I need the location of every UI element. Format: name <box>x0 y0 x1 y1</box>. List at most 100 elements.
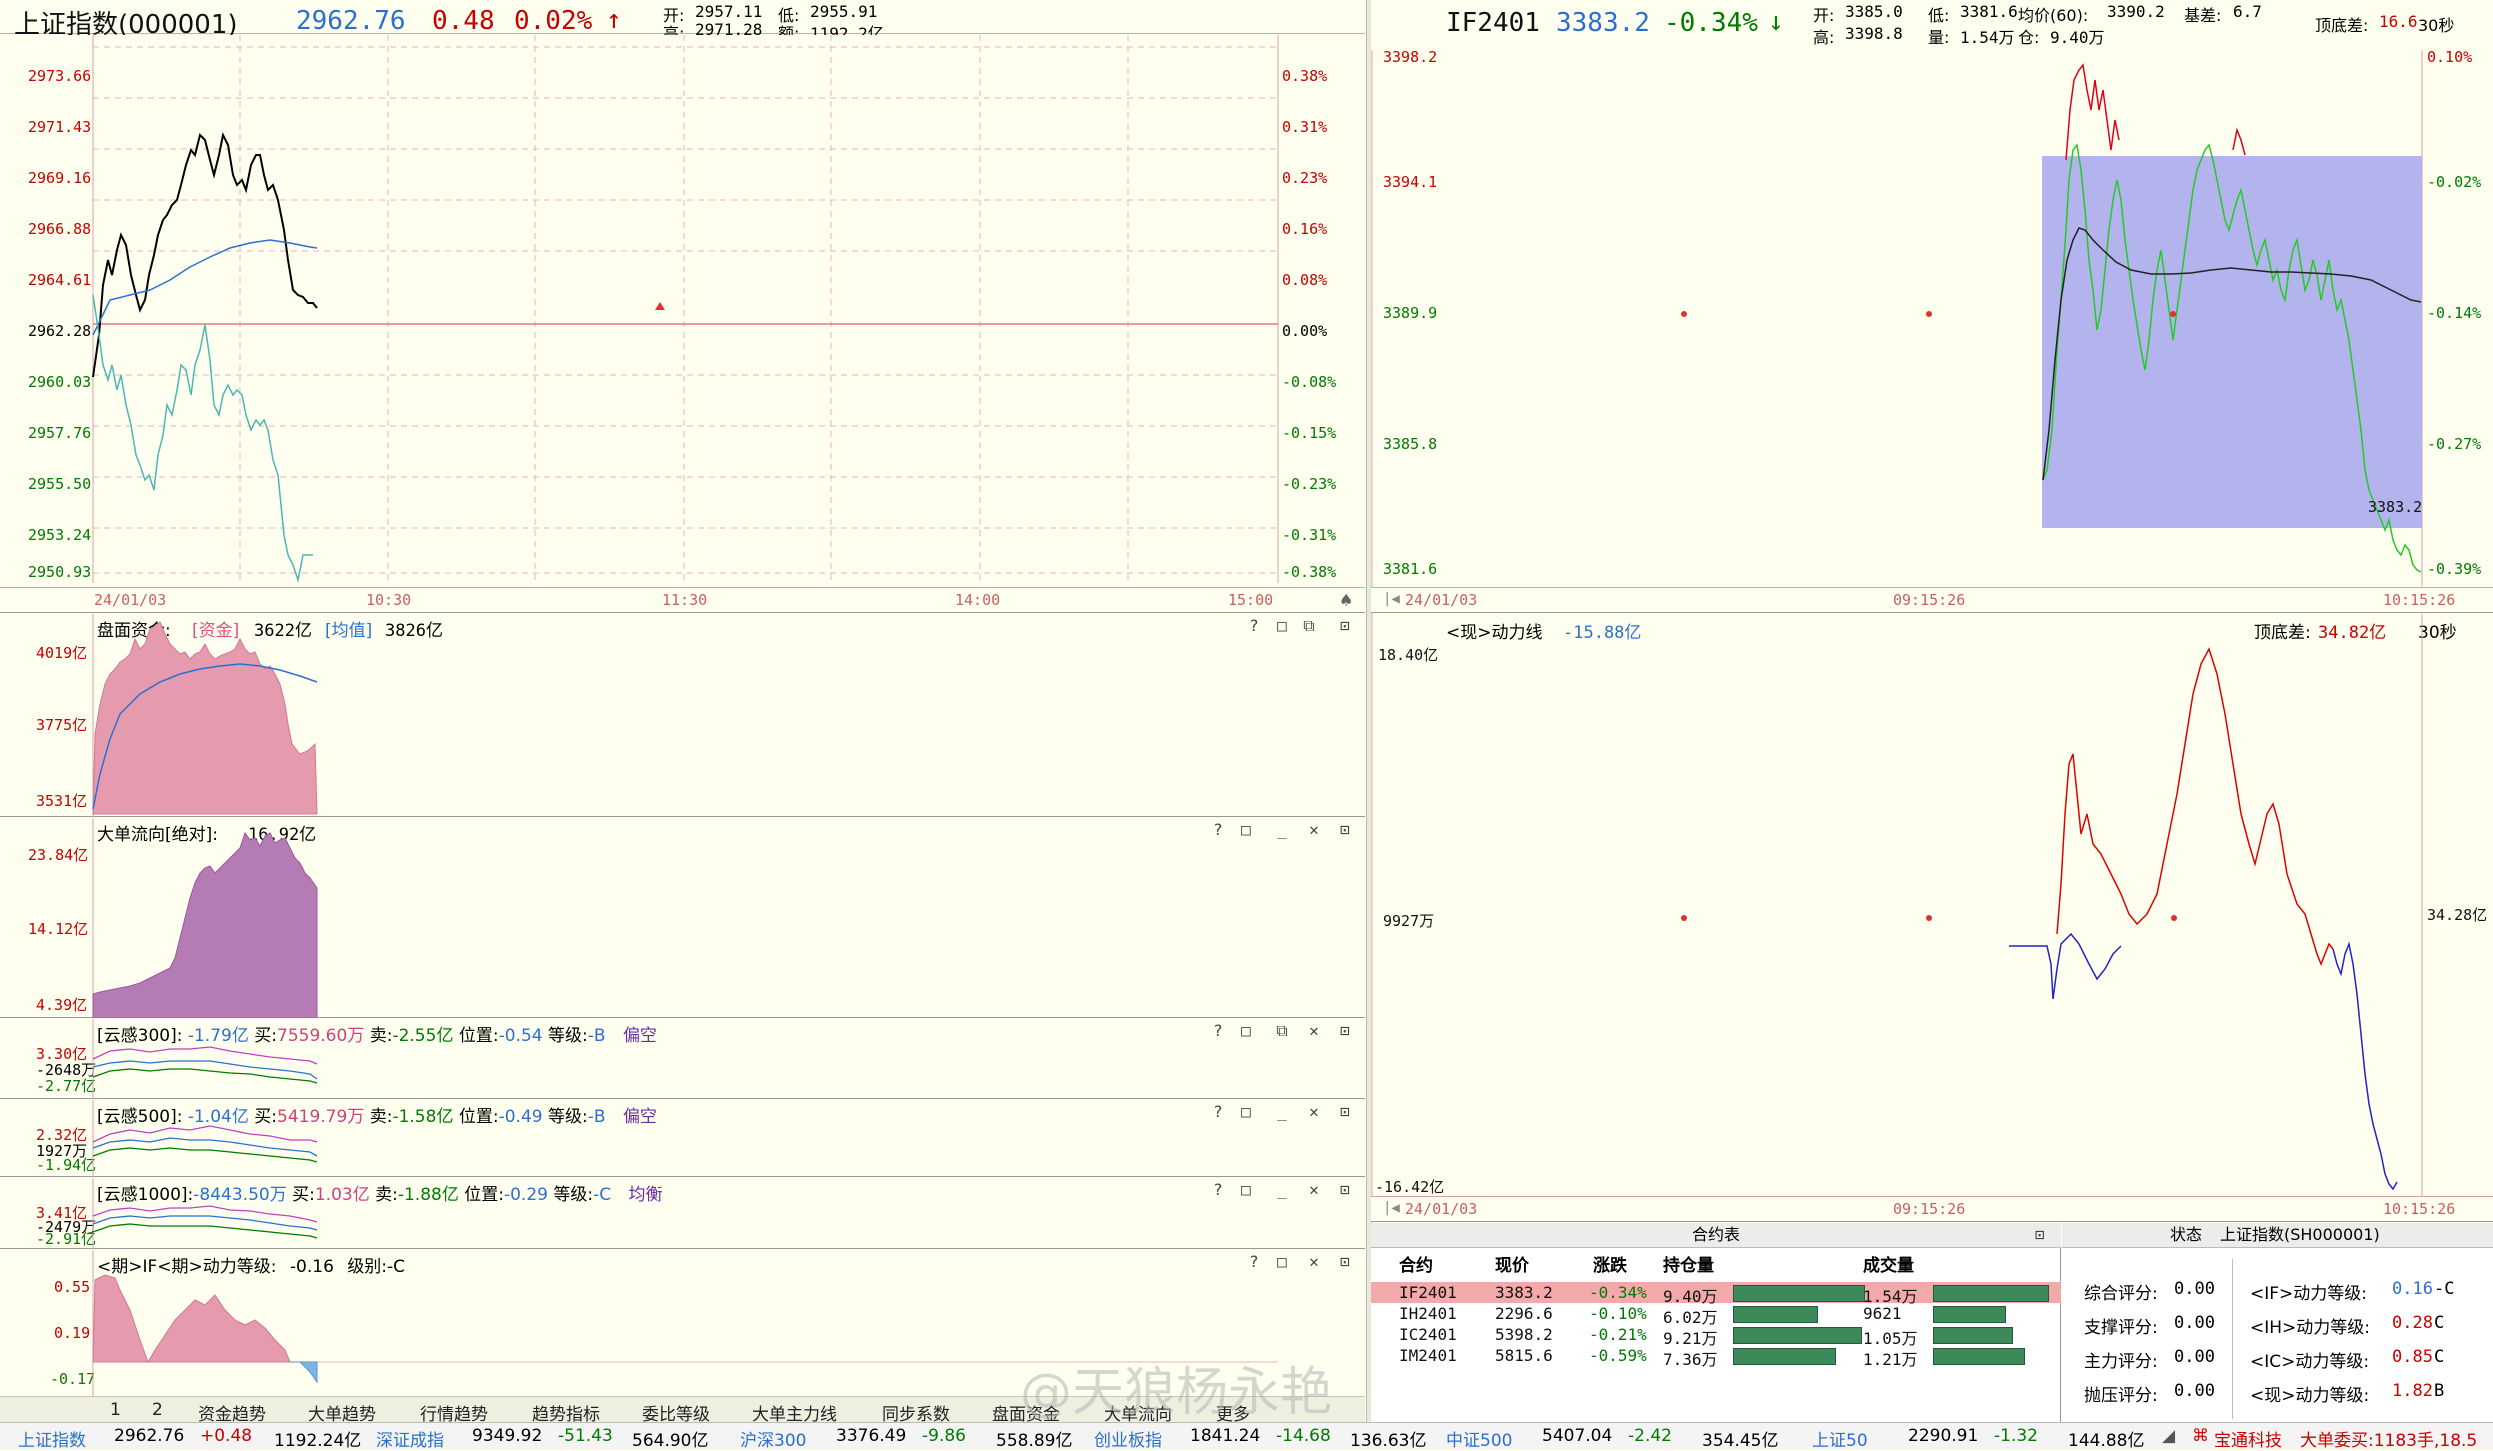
expand-icon[interactable]: ⊡ <box>1336 1180 1354 1199</box>
help-icon[interactable]: ? <box>1209 820 1227 839</box>
y-right-tick: -0.15% <box>1282 424 1337 442</box>
yungan300-panel[interactable]: [云感300]: -1.79亿 买:7559.60万 卖:-2.55亿 位置:-… <box>0 1019 1365 1099</box>
tab-1[interactable]: 1 <box>110 1400 121 1420</box>
close-icon[interactable]: ✕ <box>1305 1252 1323 1271</box>
y-left-tick: 2957.76 <box>28 424 92 442</box>
big-order-panel[interactable]: 大单流向[绝对]: 16.92亿 23.84亿 14.12亿 4.39亿 ? □… <box>0 818 1365 1018</box>
fund-panel[interactable]: 盘面资金: [资金] 3622亿 [均值] 3826亿 4019亿 3775亿 … <box>0 614 1365 817</box>
float-icon[interactable]: ⧉ <box>1273 1021 1291 1041</box>
tab-trend-indicator[interactable]: 趋势指标 <box>532 1400 600 1425</box>
statusbar-brand[interactable]: 宝通科技 <box>2214 1426 2282 1451</box>
contract-row[interactable]: IC2401 5398.2 -0.21% 9.21万 1.05万 <box>1371 1324 2061 1348</box>
fut-period[interactable]: 30秒 <box>2418 12 2454 36</box>
expand-icon[interactable]: ⊡ <box>2035 1225 2045 1244</box>
expand-icon[interactable]: ⊡ <box>1336 616 1354 635</box>
breadth-line <box>92 294 313 583</box>
statusbar-index-name[interactable]: 上证指数 <box>18 1426 86 1451</box>
level-value: 1.82 <box>2392 1381 2433 1401</box>
help-icon[interactable]: ? <box>1245 616 1263 635</box>
statusbar-index-amount: 354.45亿 <box>1702 1431 1779 1451</box>
fut-high-label: 高: <box>1813 28 1835 47</box>
tab-market-trend[interactable]: 行情趋势 <box>420 1400 488 1425</box>
contract-code: IH2401 <box>1399 1304 1457 1323</box>
y-right-tick: 0.08% <box>1282 271 1328 289</box>
yungan1000-panel[interactable]: [云感1000]:-8443.50万 买:1.03亿 卖:-1.88亿 位置:-… <box>0 1178 1365 1249</box>
statusbar-index-amount: 136.63亿 <box>1350 1431 1427 1451</box>
statusbar-index-amount: 558.89亿 <box>996 1431 1073 1451</box>
tab-fund-trend[interactable]: 资金趋势 <box>198 1400 266 1425</box>
restore-icon[interactable]: □ <box>1273 616 1291 635</box>
y-left-tick: 2964.61 <box>28 271 92 289</box>
statusbar-index-value: 3376.49 <box>836 1426 907 1446</box>
contract-row[interactable]: IM2401 5815.6 -0.59% 7.36万 1.21万 <box>1371 1345 2061 1369</box>
contract-row[interactable]: IF2401 3383.2 -0.34% 9.40万 1.54万 <box>1371 1282 2061 1306</box>
tab-sync-coef[interactable]: 同步系数 <box>882 1400 950 1425</box>
index-price-line <box>92 131 318 378</box>
help-icon[interactable]: ? <box>1209 1021 1227 1040</box>
level-label: <IC>动力等级: <box>2250 1352 2370 1372</box>
restore-icon[interactable]: □ <box>1273 1252 1291 1271</box>
restore-icon[interactable]: □ <box>1237 820 1255 839</box>
tab-big-main-line[interactable]: 大单主力线 <box>752 1400 837 1425</box>
contract-chg: -0.59% <box>1589 1346 1647 1365</box>
contract-row[interactable]: IH2401 2296.6 -0.10% 6.02万 9621 <box>1371 1303 2061 1327</box>
statusbar-index-change: -2.42 <box>1628 1426 1672 1446</box>
scroll-left-icon[interactable]: |◀ <box>1383 591 1400 607</box>
col-oi: 持仓量 <box>1663 1256 1714 1276</box>
statusbar-index-value: 2962.76 <box>114 1426 185 1446</box>
futures-chart[interactable]: 3398.2 3394.1 3389.9 3385.8 3381.6 0.10%… <box>1371 48 2493 586</box>
float-icon[interactable]: ⧉ <box>1300 616 1318 636</box>
fut-y-left-tick: 3385.8 <box>1383 435 1438 453</box>
restore-icon[interactable]: □ <box>1237 1180 1255 1199</box>
restore-icon[interactable]: □ <box>1237 1102 1255 1121</box>
statusbar-index-name[interactable]: 沪深300 <box>740 1426 806 1451</box>
scroll-left-icon[interactable]: |◀ <box>1383 1200 1400 1216</box>
vol-bar <box>1933 1285 2049 1302</box>
main-intraday-chart[interactable]: 2973.66 2971.43 2969.16 2966.88 2964.61 … <box>0 35 1365 587</box>
signal-icon: ◢ <box>2162 1426 2176 1446</box>
tab-panel-fund[interactable]: 盘面资金 <box>992 1400 1060 1425</box>
contract-header-row: 合约 现价 涨跌 持仓量 成交量 <box>1371 1251 2061 1276</box>
minimize-icon[interactable]: _ <box>1273 820 1291 839</box>
status-title-bar: 状态 上证指数(SH000001) <box>2062 1223 2493 1248</box>
statusbar-index-name[interactable]: 中证500 <box>1446 1426 1512 1451</box>
spade-icon[interactable]: ♠ <box>1340 588 1352 612</box>
help-icon[interactable]: ? <box>1245 1252 1263 1271</box>
tab-2[interactable]: 2 <box>152 1400 163 1420</box>
expand-icon[interactable]: ⊡ <box>1336 1102 1354 1121</box>
fut-high: 3398.8 <box>1845 24 1903 43</box>
close-icon[interactable]: ✕ <box>1305 1021 1323 1040</box>
fut-y-right-tick: -0.14% <box>2427 304 2482 322</box>
minimize-icon[interactable]: _ <box>1273 1180 1291 1199</box>
futures-header: IF2401 3383.2 -0.34% ↓ 开: 3385.0 低: 3381… <box>1371 0 2493 50</box>
close-icon[interactable]: ✕ <box>1305 820 1323 839</box>
power-line-time-axis: |◀ 24/01/03 09:15:26 10:15:26 <box>1371 1196 2493 1222</box>
close-icon[interactable]: ✕ <box>1305 1180 1323 1199</box>
minimize-icon[interactable]: _ <box>1273 1102 1291 1121</box>
expand-icon[interactable]: ⊡ <box>1336 1252 1354 1271</box>
fut-oi: 9.40万 <box>2050 28 2105 47</box>
help-icon[interactable]: ? <box>1209 1180 1227 1199</box>
yungan500-panel[interactable]: [云感500]: -1.04亿 买:5419.79万 卖:-1.58亿 位置:-… <box>0 1100 1365 1177</box>
statusbar-index-name[interactable]: 上证50 <box>1812 1426 1868 1451</box>
restore-icon[interactable]: □ <box>1237 1021 1255 1040</box>
contract-price: 3383.2 <box>1495 1283 1553 1302</box>
contract-price: 5815.6 <box>1495 1346 1553 1365</box>
power-line-panel[interactable]: <现>动力线 -15.88亿 顶底差: 34.82亿 30秒 18.40亿 99… <box>1371 614 2493 1196</box>
help-icon[interactable]: ? <box>1209 1102 1227 1121</box>
statusbar-index-name[interactable]: 深证成指 <box>376 1426 444 1451</box>
fut-y-left-tick: 3398.2 <box>1383 48 1438 66</box>
tab-more[interactable]: 更多 <box>1216 1400 1250 1425</box>
expand-icon[interactable]: ⊡ <box>1336 1021 1354 1040</box>
statusbar-index-name[interactable]: 创业板指 <box>1094 1426 1162 1451</box>
level-label: <IH>动力等级: <box>2250 1318 2371 1338</box>
expand-icon[interactable]: ⊡ <box>1336 820 1354 839</box>
close-icon[interactable]: ✕ <box>1305 1102 1323 1121</box>
tab-big-trend[interactable]: 大单趋势 <box>308 1400 376 1425</box>
power-level-panel[interactable]: <期>IF<期>动力等级: -0.16 级别:-C 0.55 0.19 -0.1… <box>0 1250 1365 1396</box>
tab-big-flow[interactable]: 大单流向 <box>1104 1400 1172 1425</box>
statusbar-index-change: -1.32 <box>1994 1426 2038 1446</box>
y-right-tick: 0.00% <box>1282 322 1328 340</box>
score-value: 0.00 <box>2174 1313 2215 1333</box>
tab-bid-ratio[interactable]: 委比等级 <box>642 1400 710 1425</box>
